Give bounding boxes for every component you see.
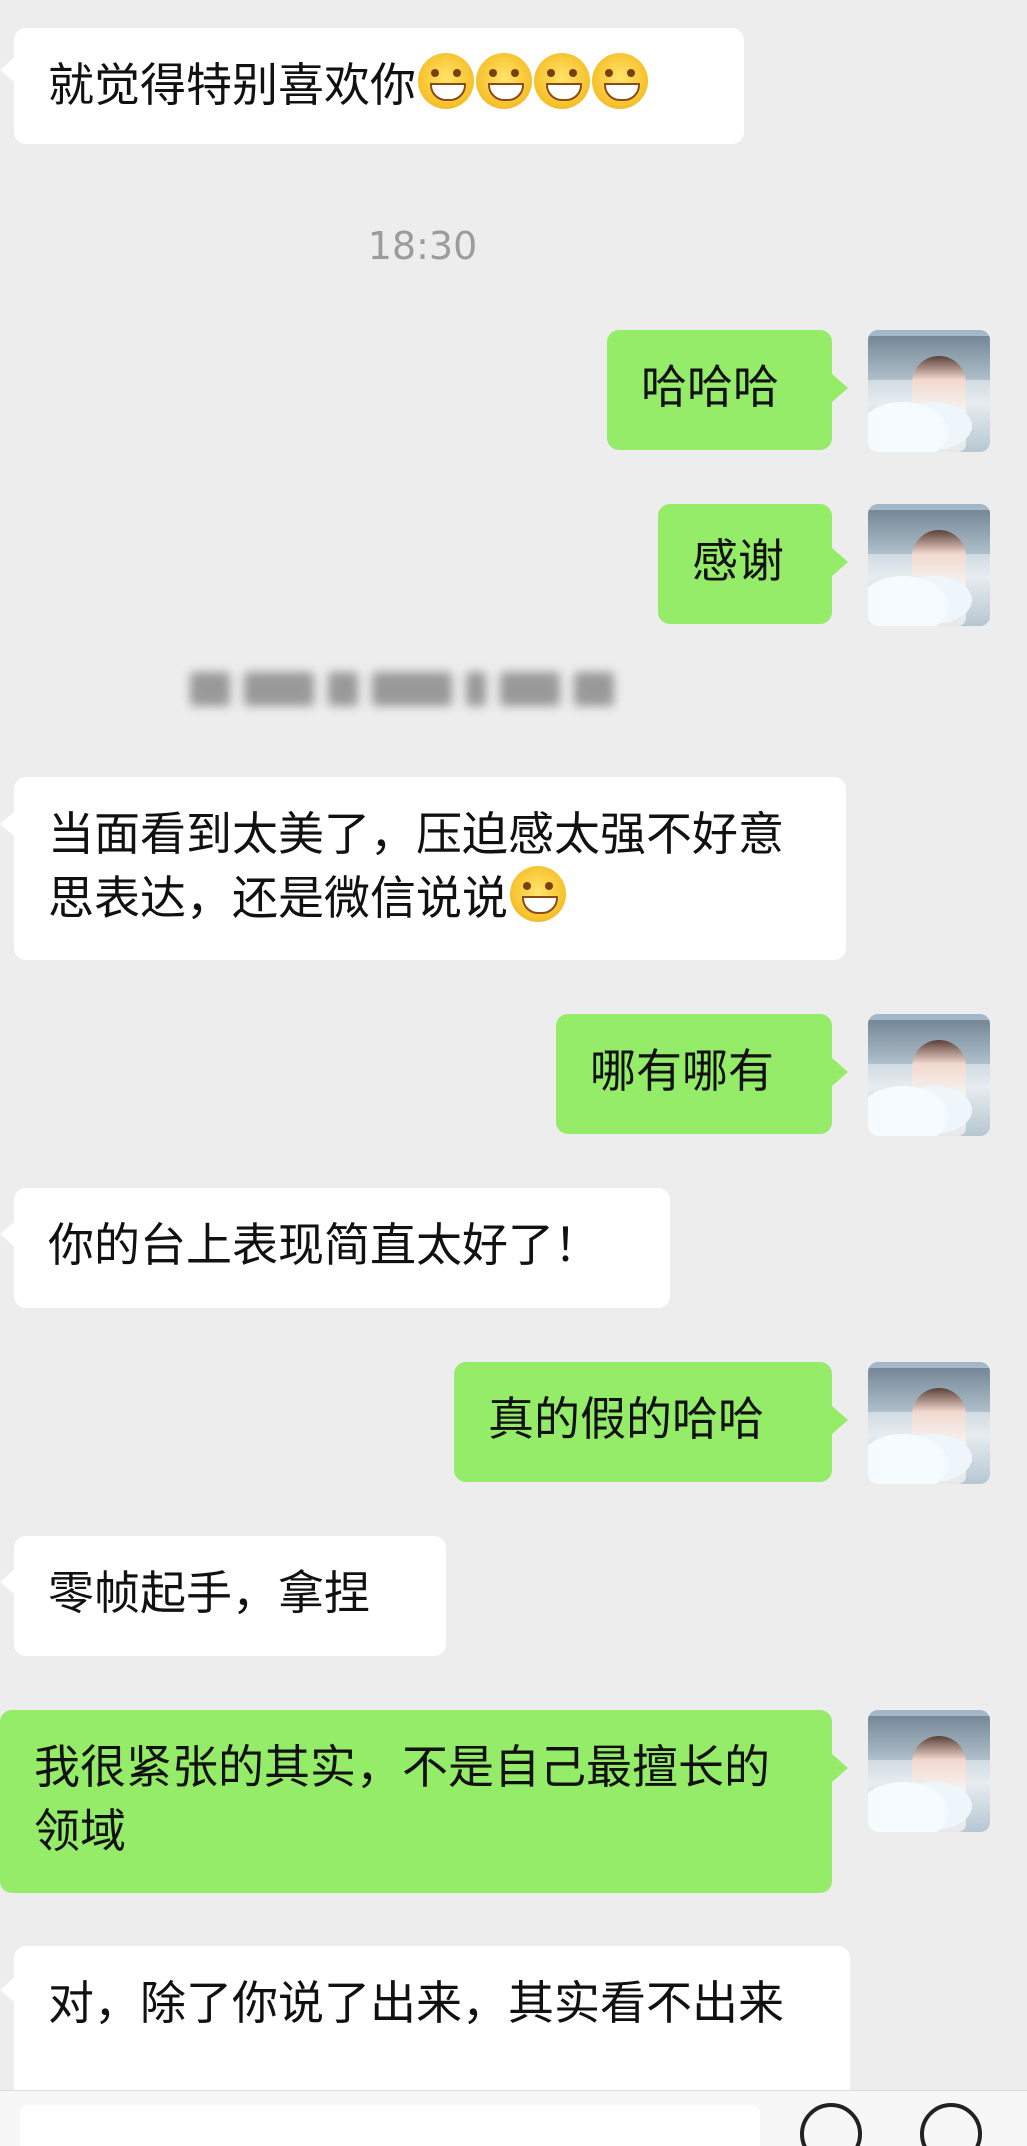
message-bubble-incoming[interactable]: 当面看到太美了，压迫感太强不好意思表达，还是微信说说 (14, 777, 846, 960)
avatar-icon[interactable] (868, 330, 990, 452)
grin-emoji-icon (418, 53, 474, 109)
avatar-icon[interactable] (868, 504, 990, 626)
message-bubble-outgoing[interactable]: 感谢 (658, 504, 832, 624)
message-input[interactable] (20, 2105, 760, 2146)
message-bubble-outgoing[interactable]: 真的假的哈哈 (454, 1362, 832, 1482)
emoji-button-icon[interactable] (800, 2103, 862, 2146)
peace-sign-emoji-icon (510, 866, 566, 922)
message-text: 我很紧张的其实，不是自己最擅长的领域 (34, 1740, 770, 1858)
message-bubble-outgoing[interactable]: 哈哈哈 (607, 330, 832, 450)
chat-screen: 就觉得特别喜欢你 18:30 哈哈哈 感谢 当面看到太美了，压迫感太强不好意思表… (0, 0, 1027, 2146)
message-text: 就觉得特别喜欢你 (48, 58, 416, 112)
message-text: 零帧起手，拿捏 (48, 1566, 370, 1620)
blurred-text-icon (190, 660, 670, 720)
bubble-tail (832, 374, 848, 402)
message-text: 感谢 (692, 534, 784, 588)
message-bubble-incoming[interactable]: 零帧起手，拿捏 (14, 1536, 446, 1656)
avatar-icon[interactable] (868, 1710, 990, 1832)
message-text: 哈哈哈 (641, 360, 779, 414)
grin-emoji-icon (534, 53, 590, 109)
message-bubble-outgoing[interactable]: 哪有哪有 (556, 1014, 832, 1134)
message-bubble-outgoing[interactable]: 我很紧张的其实，不是自己最擅长的领域 (0, 1710, 832, 1893)
avatar-icon[interactable] (868, 1014, 990, 1136)
timestamp: 18:30 (367, 224, 478, 268)
avatar-icon[interactable] (868, 1362, 990, 1484)
message-text: 当面看到太美了，压迫感太强不好意思表达，还是微信说说 (48, 807, 784, 925)
message-text: 哪有哪有 (590, 1044, 774, 1098)
input-bar (0, 2090, 1027, 2146)
bubble-tail (832, 1754, 848, 1782)
message-text: 对，除了你说了出来，其实看不出来 (48, 1976, 784, 2030)
grin-emoji-icon (592, 53, 648, 109)
grin-emoji-icon (476, 53, 532, 109)
bubble-tail (832, 1406, 848, 1434)
message-text: 你的台上表现简直太好了！ (48, 1218, 600, 1272)
message-text: 真的假的哈哈 (488, 1392, 764, 1446)
bubble-tail (832, 548, 848, 576)
add-button-icon[interactable] (920, 2103, 982, 2146)
bubble-tail (832, 1058, 848, 1086)
message-bubble-incoming[interactable]: 你的台上表现简直太好了！ (14, 1188, 670, 1308)
message-bubble-incoming[interactable]: 就觉得特别喜欢你 (14, 28, 744, 144)
